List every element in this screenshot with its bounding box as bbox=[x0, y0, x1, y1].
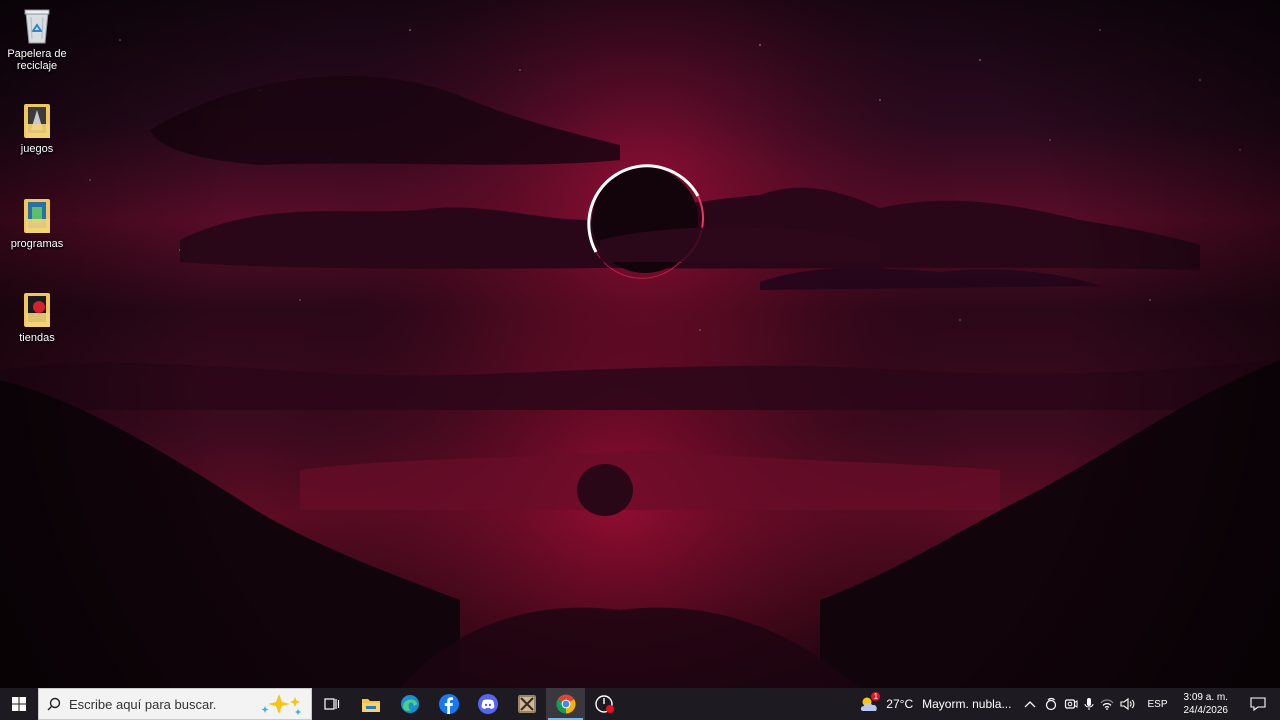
taskbar-facebook-button[interactable] bbox=[429, 688, 468, 720]
partly-cloudy-icon: 1 bbox=[859, 692, 881, 713]
camera-icon bbox=[1065, 699, 1078, 709]
folder-icon bbox=[361, 698, 380, 712]
recycle-bin-icon bbox=[21, 6, 53, 46]
language-indicator[interactable]: ESP bbox=[1139, 688, 1175, 720]
windows-logo-icon bbox=[12, 697, 26, 711]
search-highlight-sparkle-icon[interactable] bbox=[259, 693, 303, 715]
desktop-icon-label: juegos bbox=[20, 143, 54, 155]
taskbar-chrome-button[interactable] bbox=[546, 688, 585, 720]
desktop-icon-programas[interactable]: programas bbox=[0, 196, 74, 250]
clock[interactable]: 3:09 a. m. 24/4/2026 bbox=[1176, 688, 1237, 720]
discord-icon bbox=[477, 694, 498, 714]
weather-condition: Mayorm. nubla... bbox=[922, 697, 1012, 711]
notification-icon bbox=[1250, 697, 1266, 711]
taskbar-edge-button[interactable] bbox=[390, 688, 429, 720]
chrome-icon bbox=[556, 694, 575, 714]
microphone-icon bbox=[1084, 698, 1094, 710]
clock-time: 3:09 a. m. bbox=[1183, 692, 1228, 703]
crossed-swords-icon bbox=[517, 695, 536, 713]
record-icon bbox=[594, 695, 614, 713]
taskbar-game-button[interactable] bbox=[507, 688, 546, 720]
tray-volume-button[interactable] bbox=[1117, 688, 1139, 720]
folder-icon bbox=[21, 290, 53, 330]
weather-widget[interactable]: 1 27°C Mayorm. nubla... bbox=[855, 688, 1019, 720]
facebook-icon bbox=[438, 694, 459, 714]
taskbar-file-explorer-button[interactable] bbox=[351, 688, 390, 720]
edge-icon bbox=[400, 695, 419, 713]
task-view-icon bbox=[323, 698, 339, 710]
search-icon bbox=[39, 697, 69, 711]
clock-date: 24/4/2026 bbox=[1183, 705, 1229, 716]
taskbar-task-view-button[interactable] bbox=[312, 688, 351, 720]
system-tray: 1 27°C Mayorm. nubla... ESP 3:09 a. m. 2… bbox=[855, 688, 1280, 720]
eclipse-wallpaper-image bbox=[0, 0, 1280, 688]
desktop-icon-label: tiendas bbox=[19, 332, 55, 344]
tray-network-button[interactable] bbox=[1097, 688, 1117, 720]
taskbar-discord-button[interactable] bbox=[468, 688, 507, 720]
desktop-icon-recycle-bin[interactable]: Papelera de reciclaje bbox=[0, 6, 74, 72]
folder-icon bbox=[21, 101, 53, 141]
folder-icon bbox=[21, 196, 53, 236]
taskbar-search-box[interactable] bbox=[38, 688, 312, 720]
desktop-icon-label: programas bbox=[10, 238, 64, 250]
tray-meet-button[interactable] bbox=[1061, 688, 1081, 720]
search-input[interactable] bbox=[69, 696, 259, 712]
wifi-icon bbox=[1101, 699, 1114, 710]
tray-microphone-button[interactable] bbox=[1081, 688, 1097, 720]
action-center-button[interactable] bbox=[1236, 688, 1280, 720]
sync-icon bbox=[1046, 697, 1057, 711]
show-hidden-icons-button[interactable] bbox=[1019, 688, 1041, 720]
desktop-icon-label: Papelera de reciclaje bbox=[7, 48, 67, 72]
tray-sync-button[interactable] bbox=[1041, 688, 1061, 720]
taskbar-recorder-button[interactable] bbox=[585, 688, 624, 720]
start-button[interactable] bbox=[0, 688, 38, 720]
desktop-icon-juegos[interactable]: juegos bbox=[0, 101, 74, 155]
taskbar: 1 27°C Mayorm. nubla... ESP 3:09 a. m. 2… bbox=[0, 688, 1280, 720]
desktop-icon-tiendas[interactable]: tiendas bbox=[0, 290, 74, 344]
weather-temperature: 27°C bbox=[886, 697, 914, 711]
chevron-up-icon bbox=[1025, 701, 1036, 708]
desktop-wallpaper bbox=[0, 0, 1280, 688]
speaker-icon bbox=[1120, 697, 1135, 711]
